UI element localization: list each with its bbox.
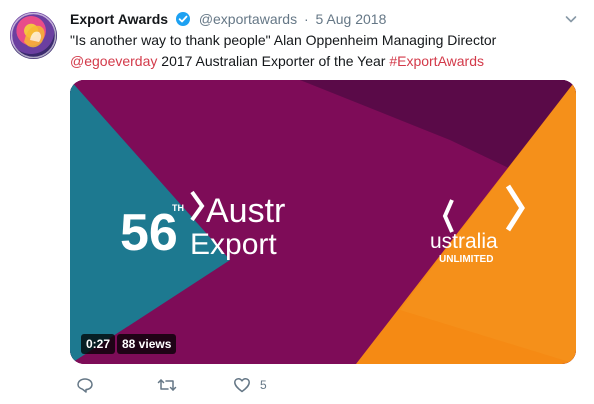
hashtag-link[interactable]: #ExportAwards [389,53,484,69]
separator-dot: · [303,11,309,27]
title-word-2: Export [190,228,277,261]
brand-sub: UNLIMITED [439,254,493,265]
video-player[interactable]: 56 TH Austr Export ustralia UNLIMITED 0:… [70,80,576,364]
reply-icon[interactable] [76,376,94,394]
tweet-date[interactable]: 5 Aug 2018 [316,11,387,27]
retweet-button[interactable] [157,374,177,396]
avatar[interactable] [10,12,57,59]
like-button[interactable]: 5 [233,374,267,396]
tweet-text: "Is another way to thank people" Alan Op… [70,30,580,72]
like-count: 5 [260,378,267,392]
tweet-card[interactable]: Export Awards @exportawards · 5 Aug 2018… [0,0,594,404]
video-views-badge: 88 views [117,334,177,354]
tweet-text-line-1: "Is another way to thank people" Alan Op… [70,32,497,48]
heart-icon[interactable] [233,376,251,394]
video-thumbnail: 56 TH Austr Export ustralia UNLIMITED [70,80,576,364]
retweet-icon[interactable] [157,376,177,394]
more-options-chevron-down-icon[interactable] [564,12,578,26]
mention-link[interactable]: @egoeverday [70,53,157,69]
author-handle[interactable]: @exportawards [199,11,297,27]
avatar-logo-icon [10,12,57,59]
title-word-1: Austr [206,192,285,230]
verified-badge-icon [175,11,191,31]
title-suffix: TH [172,203,184,213]
brand-word: ustralia [430,230,498,253]
author-name[interactable]: Export Awards [70,11,168,27]
video-duration-badge: 0:27 [81,334,116,354]
tweet-text-line-2: @egoeverday 2017 Australian Exporter of … [70,51,580,72]
title-number: 56 [120,204,178,262]
tweet-text-middle: 2017 Australian Exporter of the Year [157,53,390,69]
reply-button[interactable] [76,374,94,396]
tweet-header: Export Awards @exportawards · 5 Aug 2018 [70,10,386,28]
